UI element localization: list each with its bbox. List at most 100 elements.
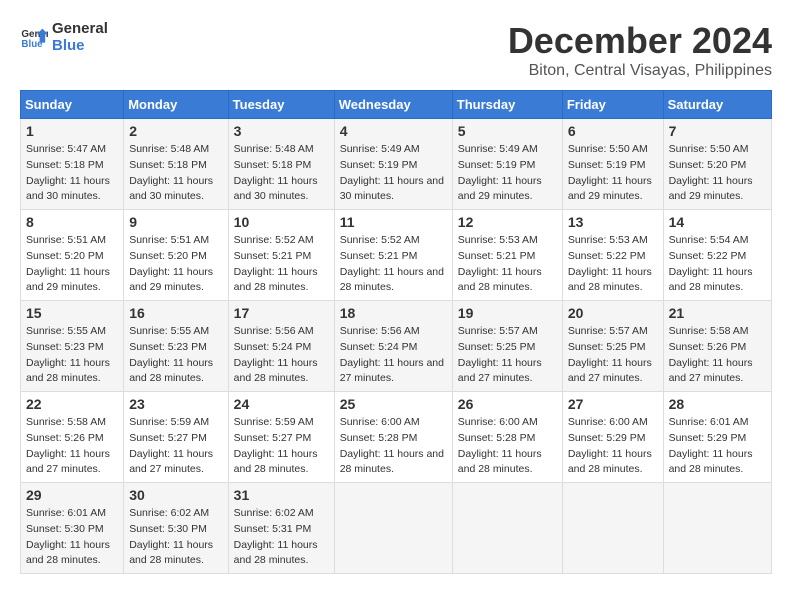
calendar-cell: 16 Sunrise: 5:55 AM Sunset: 5:23 PM Dayl… bbox=[124, 301, 228, 392]
calendar-cell: 12 Sunrise: 5:53 AM Sunset: 5:21 PM Dayl… bbox=[452, 210, 562, 301]
day-info: Sunrise: 5:57 AM Sunset: 5:25 PM Dayligh… bbox=[458, 324, 557, 387]
day-number: 8 bbox=[26, 214, 118, 230]
day-number: 3 bbox=[234, 123, 329, 139]
title-area: December 2024 Biton, Central Visayas, Ph… bbox=[508, 20, 772, 80]
calendar-cell: 15 Sunrise: 5:55 AM Sunset: 5:23 PM Dayl… bbox=[21, 301, 124, 392]
calendar-cell: 29 Sunrise: 6:01 AM Sunset: 5:30 PM Dayl… bbox=[21, 483, 124, 574]
week-row-4: 22 Sunrise: 5:58 AM Sunset: 5:26 PM Dayl… bbox=[21, 392, 772, 483]
calendar-cell bbox=[562, 483, 663, 574]
logo-general: General bbox=[52, 20, 108, 37]
day-info: Sunrise: 5:52 AM Sunset: 5:21 PM Dayligh… bbox=[340, 233, 447, 296]
calendar-cell: 25 Sunrise: 6:00 AM Sunset: 5:28 PM Dayl… bbox=[334, 392, 452, 483]
day-info: Sunrise: 5:48 AM Sunset: 5:18 PM Dayligh… bbox=[129, 142, 222, 205]
weekday-header-friday: Friday bbox=[562, 91, 663, 119]
calendar-cell: 14 Sunrise: 5:54 AM Sunset: 5:22 PM Dayl… bbox=[663, 210, 771, 301]
day-number: 16 bbox=[129, 305, 222, 321]
calendar-cell: 23 Sunrise: 5:59 AM Sunset: 5:27 PM Dayl… bbox=[124, 392, 228, 483]
week-row-1: 1 Sunrise: 5:47 AM Sunset: 5:18 PM Dayli… bbox=[21, 119, 772, 210]
day-info: Sunrise: 5:50 AM Sunset: 5:20 PM Dayligh… bbox=[669, 142, 766, 205]
calendar-cell: 4 Sunrise: 5:49 AM Sunset: 5:19 PM Dayli… bbox=[334, 119, 452, 210]
day-number: 1 bbox=[26, 123, 118, 139]
location-subtitle: Biton, Central Visayas, Philippines bbox=[508, 62, 772, 80]
weekday-header-tuesday: Tuesday bbox=[228, 91, 334, 119]
week-row-5: 29 Sunrise: 6:01 AM Sunset: 5:30 PM Dayl… bbox=[21, 483, 772, 574]
day-info: Sunrise: 6:01 AM Sunset: 5:30 PM Dayligh… bbox=[26, 506, 118, 569]
day-info: Sunrise: 5:55 AM Sunset: 5:23 PM Dayligh… bbox=[26, 324, 118, 387]
day-number: 22 bbox=[26, 396, 118, 412]
day-info: Sunrise: 5:57 AM Sunset: 5:25 PM Dayligh… bbox=[568, 324, 658, 387]
day-number: 4 bbox=[340, 123, 447, 139]
day-number: 17 bbox=[234, 305, 329, 321]
calendar-cell: 21 Sunrise: 5:58 AM Sunset: 5:26 PM Dayl… bbox=[663, 301, 771, 392]
calendar-cell: 18 Sunrise: 5:56 AM Sunset: 5:24 PM Dayl… bbox=[334, 301, 452, 392]
day-number: 14 bbox=[669, 214, 766, 230]
day-info: Sunrise: 6:00 AM Sunset: 5:28 PM Dayligh… bbox=[458, 415, 557, 478]
day-number: 24 bbox=[234, 396, 329, 412]
logo: General Blue General Blue bbox=[20, 20, 108, 54]
day-number: 27 bbox=[568, 396, 658, 412]
day-number: 7 bbox=[669, 123, 766, 139]
calendar-cell: 30 Sunrise: 6:02 AM Sunset: 5:30 PM Dayl… bbox=[124, 483, 228, 574]
day-info: Sunrise: 5:51 AM Sunset: 5:20 PM Dayligh… bbox=[26, 233, 118, 296]
day-number: 30 bbox=[129, 487, 222, 503]
calendar-cell: 20 Sunrise: 5:57 AM Sunset: 5:25 PM Dayl… bbox=[562, 301, 663, 392]
day-number: 13 bbox=[568, 214, 658, 230]
day-info: Sunrise: 5:55 AM Sunset: 5:23 PM Dayligh… bbox=[129, 324, 222, 387]
calendar-cell: 1 Sunrise: 5:47 AM Sunset: 5:18 PM Dayli… bbox=[21, 119, 124, 210]
calendar-cell: 28 Sunrise: 6:01 AM Sunset: 5:29 PM Dayl… bbox=[663, 392, 771, 483]
day-info: Sunrise: 6:00 AM Sunset: 5:29 PM Dayligh… bbox=[568, 415, 658, 478]
day-info: Sunrise: 5:49 AM Sunset: 5:19 PM Dayligh… bbox=[458, 142, 557, 205]
header: General Blue General Blue December 2024 … bbox=[20, 20, 772, 80]
day-number: 19 bbox=[458, 305, 557, 321]
day-info: Sunrise: 5:53 AM Sunset: 5:22 PM Dayligh… bbox=[568, 233, 658, 296]
calendar-cell: 24 Sunrise: 5:59 AM Sunset: 5:27 PM Dayl… bbox=[228, 392, 334, 483]
day-number: 31 bbox=[234, 487, 329, 503]
day-number: 6 bbox=[568, 123, 658, 139]
day-info: Sunrise: 5:56 AM Sunset: 5:24 PM Dayligh… bbox=[340, 324, 447, 387]
day-number: 18 bbox=[340, 305, 447, 321]
calendar-cell bbox=[452, 483, 562, 574]
month-title: December 2024 bbox=[508, 20, 772, 62]
weekday-header-wednesday: Wednesday bbox=[334, 91, 452, 119]
day-info: Sunrise: 5:58 AM Sunset: 5:26 PM Dayligh… bbox=[26, 415, 118, 478]
calendar-cell bbox=[334, 483, 452, 574]
day-info: Sunrise: 5:52 AM Sunset: 5:21 PM Dayligh… bbox=[234, 233, 329, 296]
calendar-cell: 6 Sunrise: 5:50 AM Sunset: 5:19 PM Dayli… bbox=[562, 119, 663, 210]
calendar-cell: 17 Sunrise: 5:56 AM Sunset: 5:24 PM Dayl… bbox=[228, 301, 334, 392]
logo-blue: Blue bbox=[52, 37, 108, 54]
day-number: 5 bbox=[458, 123, 557, 139]
day-info: Sunrise: 6:01 AM Sunset: 5:29 PM Dayligh… bbox=[669, 415, 766, 478]
weekday-header-saturday: Saturday bbox=[663, 91, 771, 119]
day-info: Sunrise: 5:54 AM Sunset: 5:22 PM Dayligh… bbox=[669, 233, 766, 296]
day-info: Sunrise: 5:47 AM Sunset: 5:18 PM Dayligh… bbox=[26, 142, 118, 205]
day-number: 25 bbox=[340, 396, 447, 412]
calendar-cell: 11 Sunrise: 5:52 AM Sunset: 5:21 PM Dayl… bbox=[334, 210, 452, 301]
calendar-cell: 5 Sunrise: 5:49 AM Sunset: 5:19 PM Dayli… bbox=[452, 119, 562, 210]
calendar-cell: 22 Sunrise: 5:58 AM Sunset: 5:26 PM Dayl… bbox=[21, 392, 124, 483]
calendar-cell bbox=[663, 483, 771, 574]
day-number: 2 bbox=[129, 123, 222, 139]
calendar-cell: 3 Sunrise: 5:48 AM Sunset: 5:18 PM Dayli… bbox=[228, 119, 334, 210]
day-number: 11 bbox=[340, 214, 447, 230]
day-info: Sunrise: 6:02 AM Sunset: 5:30 PM Dayligh… bbox=[129, 506, 222, 569]
week-row-2: 8 Sunrise: 5:51 AM Sunset: 5:20 PM Dayli… bbox=[21, 210, 772, 301]
day-number: 23 bbox=[129, 396, 222, 412]
calendar-cell: 2 Sunrise: 5:48 AM Sunset: 5:18 PM Dayli… bbox=[124, 119, 228, 210]
weekday-header-monday: Monday bbox=[124, 91, 228, 119]
calendar-table: SundayMondayTuesdayWednesdayThursdayFrid… bbox=[20, 90, 772, 574]
week-row-3: 15 Sunrise: 5:55 AM Sunset: 5:23 PM Dayl… bbox=[21, 301, 772, 392]
day-info: Sunrise: 6:00 AM Sunset: 5:28 PM Dayligh… bbox=[340, 415, 447, 478]
logo-icon: General Blue bbox=[20, 23, 48, 51]
weekday-header-sunday: Sunday bbox=[21, 91, 124, 119]
calendar-cell: 13 Sunrise: 5:53 AM Sunset: 5:22 PM Dayl… bbox=[562, 210, 663, 301]
day-info: Sunrise: 5:59 AM Sunset: 5:27 PM Dayligh… bbox=[234, 415, 329, 478]
day-info: Sunrise: 6:02 AM Sunset: 5:31 PM Dayligh… bbox=[234, 506, 329, 569]
day-number: 28 bbox=[669, 396, 766, 412]
day-number: 26 bbox=[458, 396, 557, 412]
day-info: Sunrise: 5:58 AM Sunset: 5:26 PM Dayligh… bbox=[669, 324, 766, 387]
day-info: Sunrise: 5:49 AM Sunset: 5:19 PM Dayligh… bbox=[340, 142, 447, 205]
day-number: 20 bbox=[568, 305, 658, 321]
day-info: Sunrise: 5:53 AM Sunset: 5:21 PM Dayligh… bbox=[458, 233, 557, 296]
weekday-header-row: SundayMondayTuesdayWednesdayThursdayFrid… bbox=[21, 91, 772, 119]
calendar-cell: 10 Sunrise: 5:52 AM Sunset: 5:21 PM Dayl… bbox=[228, 210, 334, 301]
